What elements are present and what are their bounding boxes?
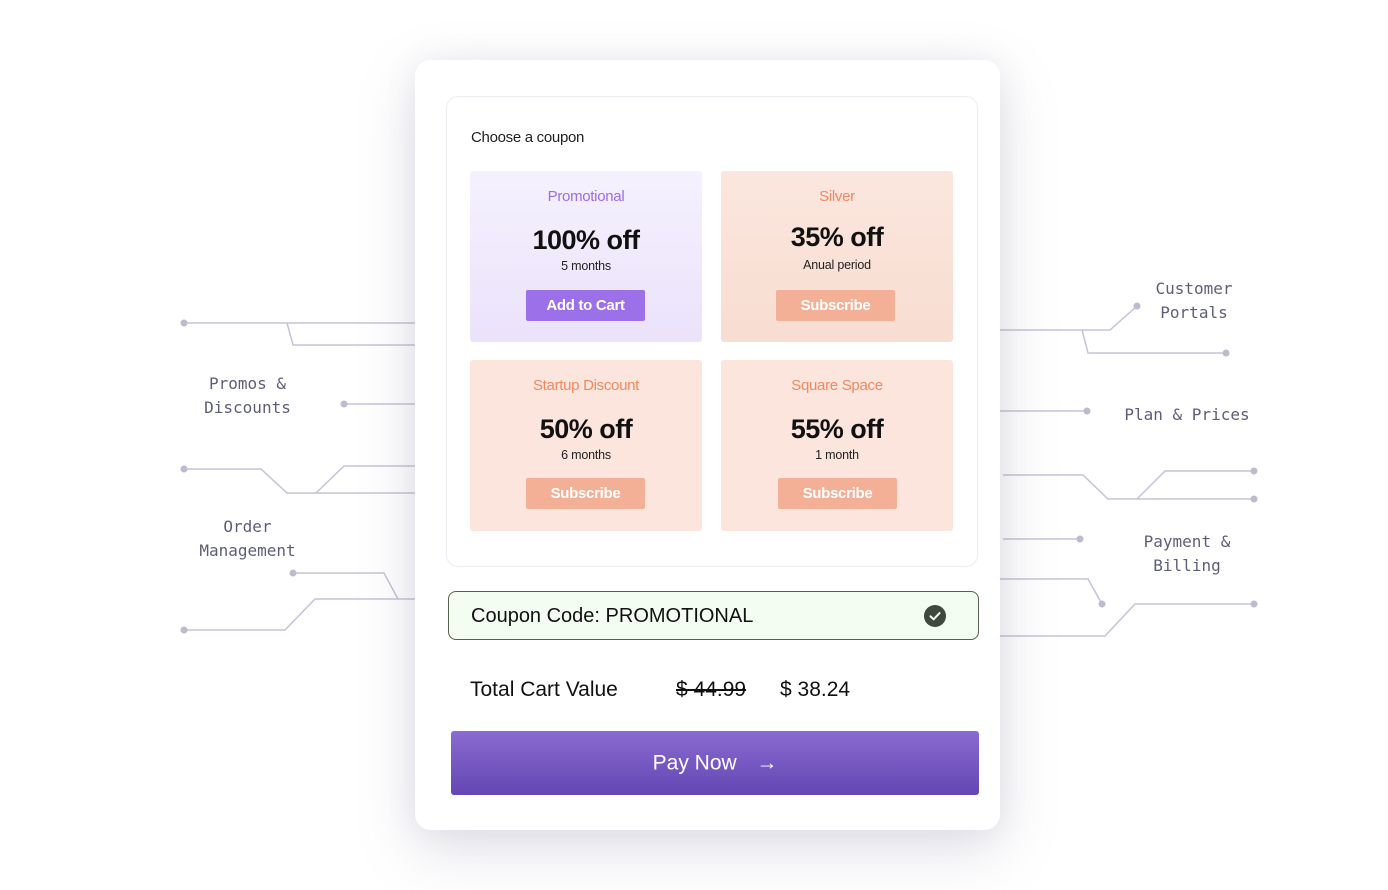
connector-line <box>1136 470 1254 500</box>
coupon-discount: 100% off <box>532 225 640 255</box>
coupon-period: Anual period <box>803 258 871 272</box>
coupon-discount: 55% off <box>790 414 884 444</box>
coupon-card-startup-discount[interactable]: Startup Discount 50% off 6 months Subscr… <box>470 360 702 531</box>
connector-line <box>184 468 415 494</box>
coupon-period: 1 month <box>815 448 859 462</box>
connector-dot <box>1083 407 1091 415</box>
connector-line <box>1003 474 1254 500</box>
check-circle-icon <box>924 605 946 627</box>
add-to-cart-button[interactable]: Add to Cart <box>526 290 645 321</box>
coupon-card-square-space[interactable]: Square Space 55% off 1 month Subscribe <box>721 360 953 531</box>
original-price: $ 44.99 <box>676 678 747 701</box>
connector-dot <box>1076 535 1084 543</box>
label-order-management: Order Management <box>199 517 296 560</box>
label-customer-portals: Customer Portals <box>1155 279 1233 322</box>
connector-line <box>184 598 398 631</box>
coupon-period: 5 months <box>561 259 611 273</box>
connector-line <box>1000 578 1103 605</box>
coupon-discount: 50% off <box>539 414 633 444</box>
connector-dot <box>1250 495 1258 503</box>
connector-line <box>315 465 415 494</box>
coupon-card-silver[interactable]: Silver 35% off Anual period Subscribe <box>721 171 953 342</box>
label-payment-billing: Payment & Billing <box>1143 532 1231 575</box>
coupon-code-field[interactable]: Coupon Code: PROMOTIONAL <box>448 591 979 640</box>
subscribe-button[interactable]: Subscribe <box>776 290 895 321</box>
subscribe-button[interactable]: Subscribe <box>778 478 897 509</box>
connector-dot <box>340 400 348 408</box>
connector-dot <box>1250 600 1258 608</box>
connector-dot <box>1222 349 1230 357</box>
coupon-panel-title: Choose a coupon <box>471 129 585 146</box>
connector-line <box>293 572 415 600</box>
coupon-period: 6 months <box>561 448 611 462</box>
connector-dot <box>289 569 297 577</box>
connector-line <box>1000 603 1254 637</box>
coupon-name: Silver <box>819 188 855 205</box>
coupon-discount: 35% off <box>790 222 884 252</box>
connector-dot <box>1250 467 1258 475</box>
coupon-name: Startup Discount <box>532 377 640 394</box>
pay-now-label: Pay Now <box>652 751 737 775</box>
connector-line <box>1081 329 1226 354</box>
label-plan-prices: Plan & Prices <box>1124 405 1250 424</box>
connector-dot <box>180 465 188 473</box>
discounted-price: $ 38.24 <box>780 678 851 701</box>
coupon-code-text: Coupon Code: PROMOTIONAL <box>471 605 754 627</box>
connector-line <box>1000 305 1138 331</box>
coupon-card-promotional[interactable]: Promotional 100% off 5 months Add to Car… <box>470 171 702 342</box>
subscribe-button[interactable]: Subscribe <box>526 478 645 509</box>
connector-dot <box>180 319 188 327</box>
arrow-right-icon: → <box>756 751 778 775</box>
connector-dot <box>180 626 188 634</box>
coupon-name: Promotional <box>547 188 625 205</box>
total-cart-label: Total Cart Value <box>470 678 618 701</box>
connector-dot <box>1098 600 1106 608</box>
coupon-name: Square Space <box>791 377 883 394</box>
label-promos-discounts: Promos & Discounts <box>204 374 291 417</box>
connector-line <box>184 322 415 346</box>
pay-now-button[interactable]: Pay Now → <box>451 731 979 795</box>
